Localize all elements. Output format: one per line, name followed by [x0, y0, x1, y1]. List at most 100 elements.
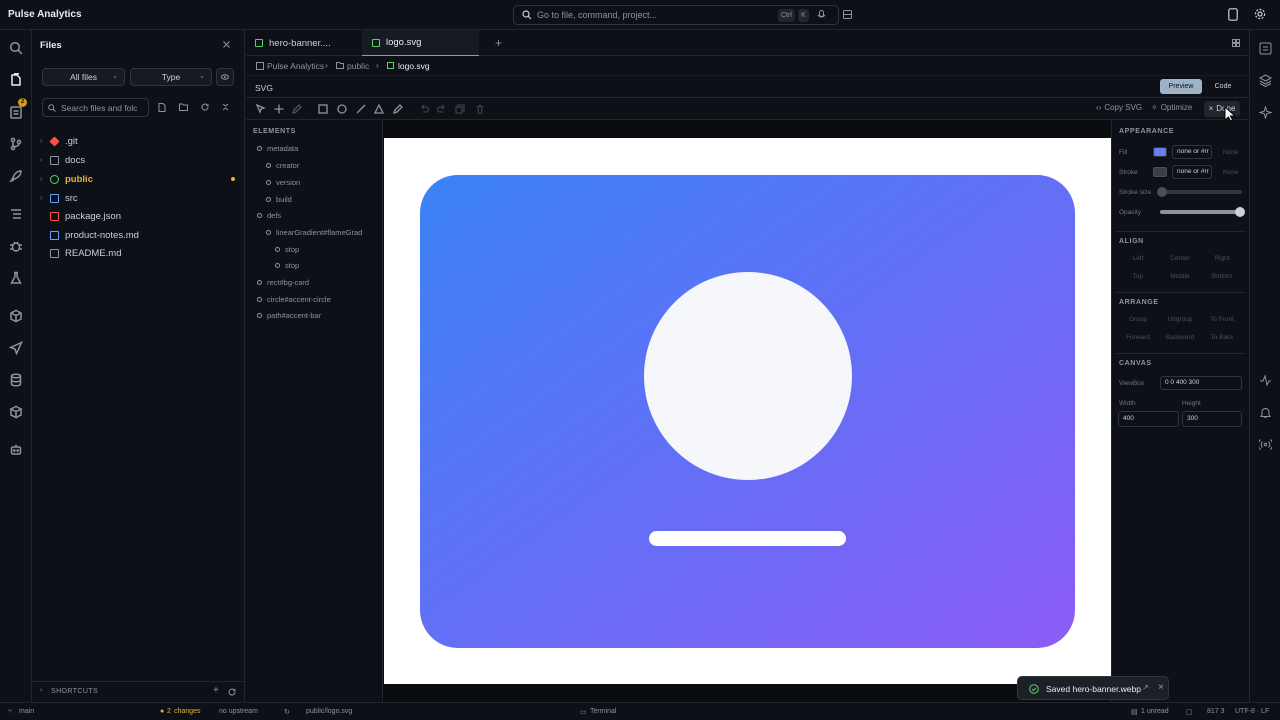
optimize-button[interactable]: ✧ Optimize	[1151, 103, 1192, 112]
rocket-deploy-icon[interactable]	[8, 168, 24, 184]
line-tool-icon[interactable]	[356, 104, 366, 114]
element-creator[interactable]: creator	[266, 158, 299, 172]
debug-bug-icon[interactable]	[8, 238, 24, 254]
new-folder-icon[interactable]	[179, 103, 188, 111]
breadcrumb-root[interactable]: Pulse Analytics	[267, 61, 324, 71]
move-icon[interactable]	[274, 104, 284, 114]
settings-gear-icon[interactable]	[1254, 8, 1266, 20]
close-icon[interactable]	[223, 41, 230, 48]
robot-assistant-icon[interactable]	[8, 442, 24, 458]
cursor-position[interactable]: 817 3	[1207, 708, 1225, 715]
align-middle-button[interactable]: Middle	[1159, 273, 1201, 280]
viewbox-input[interactable]: 0 0 400 300	[1160, 376, 1242, 390]
width-input[interactable]: 400	[1118, 411, 1179, 427]
tree-item-src[interactable]: › src	[40, 189, 78, 207]
tree-item-readme[interactable]: README.md	[40, 244, 121, 262]
refresh-icon[interactable]	[201, 103, 209, 111]
accent-bar[interactable]	[649, 531, 846, 546]
code-button[interactable]: Code	[1204, 79, 1242, 94]
svg-artboard[interactable]	[384, 138, 1111, 684]
cube-extension-icon[interactable]	[8, 404, 24, 420]
split-view-icon[interactable]	[1259, 42, 1272, 55]
encoding[interactable]: UTF-8 · LF	[1235, 708, 1269, 715]
accent-circle[interactable]	[644, 272, 852, 480]
tree-item-package-json[interactable]: package.json	[40, 207, 121, 225]
undo-icon[interactable]	[419, 104, 430, 114]
fill-color-swatch[interactable]	[1153, 147, 1167, 157]
database-icon[interactable]	[8, 372, 24, 388]
upstream-status[interactable]: no upstream	[219, 708, 258, 715]
stroke-none-button[interactable]: None	[1223, 169, 1239, 176]
search-activity-icon[interactable]	[8, 40, 24, 56]
view-toggle-button[interactable]	[216, 68, 234, 86]
group-button[interactable]: Group	[1117, 316, 1159, 323]
grid-icon[interactable]	[1232, 39, 1240, 47]
collapse-all-icon[interactable]	[222, 103, 229, 111]
element-rect-bg-card[interactable]: rect#bg-card	[257, 275, 309, 289]
duplicate-icon[interactable]	[455, 104, 465, 114]
new-file-icon[interactable]	[158, 103, 166, 112]
close-icon[interactable]: ×	[1158, 682, 1164, 693]
branch-name[interactable]: main	[19, 708, 34, 715]
sync-icon[interactable]	[228, 688, 236, 696]
breadcrumb-folder[interactable]: public	[347, 61, 369, 71]
element-path-accent-bar[interactable]: path#accent-bar	[257, 308, 321, 322]
slider-thumb[interactable]	[1157, 187, 1167, 197]
all-files-select[interactable]: All files ⌄	[42, 68, 125, 86]
rectangle-tool-icon[interactable]	[318, 104, 328, 114]
slider-thumb[interactable]	[1235, 207, 1245, 217]
tree-item-product-notes[interactable]: product-notes.md	[40, 226, 139, 244]
align-bottom-button[interactable]: Bottom	[1201, 273, 1243, 280]
flask-test-icon[interactable]	[8, 270, 24, 286]
explorer-files-icon[interactable]	[8, 72, 24, 88]
fill-none-button[interactable]: None	[1223, 149, 1239, 156]
type-select[interactable]: Type ⌄	[130, 68, 212, 86]
trash-icon[interactable]	[475, 104, 485, 115]
list-outline-icon[interactable]	[8, 206, 24, 222]
external-link-icon[interactable]: ↗	[1142, 683, 1149, 692]
height-input[interactable]: 300	[1182, 411, 1242, 427]
redo-icon[interactable]	[436, 104, 447, 114]
align-left-button[interactable]: Left	[1117, 255, 1159, 262]
element-stop-2[interactable]: stop	[275, 258, 299, 272]
sparkle-ai-icon[interactable]	[1259, 106, 1272, 119]
bell-notifications-icon[interactable]	[1259, 406, 1272, 419]
element-version[interactable]: version	[266, 175, 300, 189]
pencil-tool-icon[interactable]	[392, 104, 403, 115]
add-icon[interactable]: +	[213, 685, 219, 696]
source-control-icon[interactable]: 2	[8, 98, 27, 120]
backward-button[interactable]: Backward	[1159, 334, 1201, 341]
ungroup-button[interactable]: Ungroup	[1159, 316, 1201, 323]
changes-count[interactable]: 2	[167, 708, 171, 715]
to-front-button[interactable]: To Front	[1201, 316, 1243, 323]
layers-icon[interactable]	[1259, 74, 1272, 87]
fill-input[interactable]: none or #rr	[1172, 145, 1212, 159]
unread-count[interactable]: 1 unread	[1141, 708, 1169, 715]
element-metadata[interactable]: metadata	[257, 141, 298, 155]
command-palette-input[interactable]: Go to file, command, project... Ctrl K	[513, 5, 839, 25]
tree-item-docs[interactable]: › docs	[40, 151, 85, 169]
align-top-button[interactable]: Top	[1117, 273, 1159, 280]
broadcast-icon[interactable]	[1259, 438, 1272, 451]
tree-item-git[interactable]: › .git	[40, 132, 78, 150]
stroke-color-swatch[interactable]	[1153, 167, 1167, 177]
breadcrumb-file[interactable]: logo.svg	[398, 61, 430, 71]
element-circle-accent[interactable]: circle#accent-circle	[257, 292, 331, 306]
microphone-icon[interactable]	[817, 10, 826, 21]
element-defs[interactable]: defs	[257, 208, 281, 222]
stroke-input[interactable]: none or #rr	[1172, 165, 1212, 179]
shortcuts-section[interactable]: › SHORTCUTS +	[32, 681, 244, 701]
package-box-icon[interactable]	[8, 308, 24, 324]
forward-button[interactable]: Forward	[1117, 334, 1159, 341]
changes-label[interactable]: changes	[174, 708, 200, 715]
new-tab-icon[interactable]: +	[495, 36, 502, 50]
send-plane-icon[interactable]	[8, 340, 24, 356]
select-pointer-icon[interactable]	[255, 103, 266, 114]
element-build[interactable]: build	[266, 192, 292, 206]
element-lineargradient[interactable]: linearGradient#flameGrad	[266, 225, 362, 239]
element-stop-1[interactable]: stop	[275, 242, 299, 256]
align-right-button[interactable]: Right	[1201, 255, 1243, 262]
stroke-size-slider[interactable]	[1157, 187, 1242, 197]
tab-logo-svg[interactable]: logo.svg	[362, 30, 479, 56]
copy-svg-button[interactable]: ‹› Copy SVG	[1096, 103, 1142, 112]
